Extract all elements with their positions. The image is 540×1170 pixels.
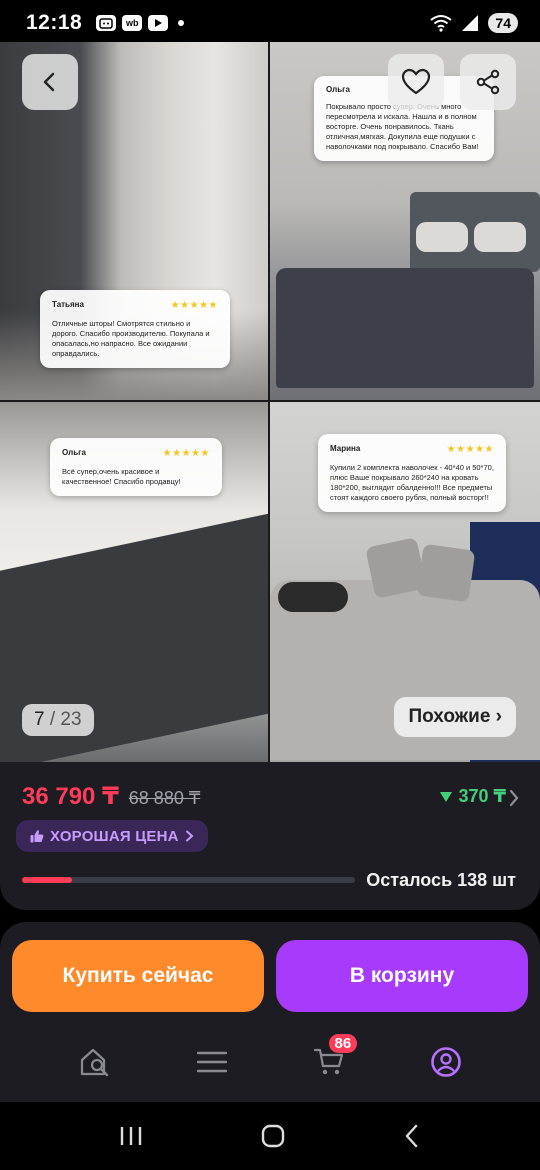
- bottom-tab-bar: 86: [0, 1032, 540, 1092]
- chevron-right-icon[interactable]: [508, 788, 520, 808]
- review-author: Марина: [330, 444, 361, 454]
- menu-icon: [196, 1051, 227, 1073]
- review-author: Татьяна: [52, 300, 84, 310]
- bottom-action-area: Купить сейчас В корзину 86: [0, 922, 540, 1102]
- thumbs-up-icon: [30, 830, 44, 843]
- add-to-cart-button[interactable]: В корзину: [276, 940, 528, 1012]
- photo-counter-total: / 23: [49, 709, 82, 730]
- review-author: Ольга: [62, 448, 86, 458]
- stock-remaining: Осталось 138 шт: [366, 870, 516, 890]
- recent-apps-icon[interactable]: [118, 1124, 144, 1148]
- review-stars: ★★★★★: [162, 448, 210, 459]
- price-row: 36 790 ₸ 68 880 ₸: [22, 782, 200, 811]
- cat-figure: [278, 582, 348, 612]
- triangle-down-icon: [440, 791, 453, 802]
- good-price-badge[interactable]: ХОРОШАЯ ЦЕНА: [16, 820, 208, 852]
- cashback[interactable]: 370 ₸: [440, 786, 506, 807]
- back-button[interactable]: [22, 54, 78, 110]
- share-button[interactable]: [460, 54, 516, 110]
- review-card: Ольга ★★★★★ Всё супер,очень красивое и ка…: [50, 438, 222, 496]
- notification-dot-icon: [178, 20, 185, 26]
- review-text: Всё супер,очень красивое и качественное!…: [62, 466, 181, 486]
- status-time: 12:18: [26, 11, 83, 34]
- favorite-button[interactable]: [388, 54, 444, 110]
- photo-counter: 7 / 23: [22, 704, 94, 736]
- buy-now-button[interactable]: Купить сейчас: [12, 940, 264, 1012]
- status-bar: 12:18 wb 74: [0, 0, 540, 46]
- wifi-icon: [430, 15, 453, 32]
- review-card: Марина ★★★★★ Купили 2 комплекта наволочек…: [318, 434, 506, 512]
- price-panel: 36 790 ₸ 68 880 ₸ 370 ₸ ХОРОШАЯ ЦЕНА Ост…: [0, 762, 540, 910]
- youtube-icon: [148, 15, 169, 31]
- stock-progress-bar: [22, 877, 355, 883]
- cashback-amount: 370 ₸: [458, 786, 506, 806]
- review-text: Купили 2 комплекта наволочек - 40*40 и 5…: [330, 462, 494, 502]
- status-app-icons: wb: [96, 15, 185, 31]
- tab-cart[interactable]: 86: [299, 1034, 359, 1084]
- old-price: 68 880 ₸: [128, 788, 201, 808]
- review-stars: ★★★★★: [170, 300, 218, 311]
- tab-catalog[interactable]: [182, 1040, 242, 1084]
- cart-count-badge: 86: [328, 1034, 358, 1053]
- review-text: Отличные шторы! Смотрятся стильно и доро…: [52, 318, 210, 358]
- similar-products-button[interactable]: Похожие ›: [394, 697, 516, 737]
- chevron-left-icon: [43, 72, 55, 92]
- share-icon: [476, 69, 500, 95]
- wb-icon: wb: [122, 15, 143, 31]
- review-stars: ★★★★★: [446, 444, 494, 455]
- stock-progress-fill: [22, 877, 72, 883]
- profile-icon: [430, 1047, 461, 1077]
- tab-home[interactable]: [65, 1040, 125, 1084]
- back-icon[interactable]: [402, 1123, 422, 1149]
- product-gallery[interactable]: Татьяна ★★★★★ Отличные шторы! Смотрятся с…: [0, 42, 540, 762]
- review-author: Ольга: [326, 85, 350, 94]
- chevron-right-icon: [185, 830, 194, 842]
- current-price: 36 790 ₸: [22, 783, 119, 810]
- review-card: Татьяна ★★★★★ Отличные шторы! Смотрятся с…: [40, 290, 230, 368]
- photo-counter-current: 7: [34, 709, 45, 730]
- messenger-icon: [96, 15, 117, 31]
- tab-profile[interactable]: [416, 1040, 476, 1084]
- status-right: 74: [430, 13, 518, 33]
- signal-icon: [462, 15, 479, 31]
- home-search-icon: [80, 1048, 108, 1077]
- battery-indicator: 74: [488, 13, 518, 33]
- home-icon[interactable]: [260, 1123, 286, 1149]
- heart-icon: [401, 68, 431, 95]
- good-price-label: ХОРОШАЯ ЦЕНА: [50, 827, 179, 845]
- system-navigation-bar: [0, 1102, 540, 1170]
